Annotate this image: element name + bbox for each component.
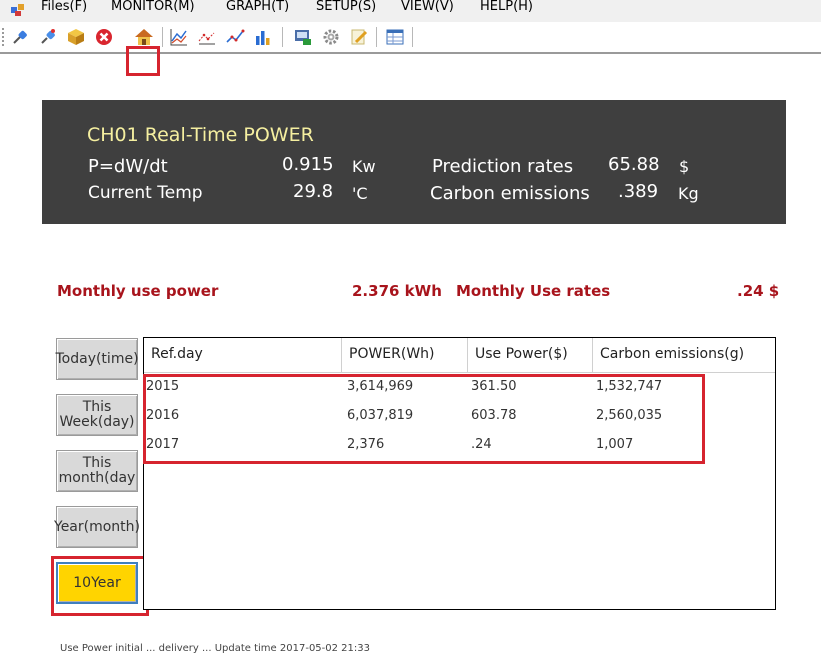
prediction-label: Prediction rates: [432, 156, 574, 177]
header-use-power[interactable]: Use Power($): [468, 338, 593, 372]
close-red-icon[interactable]: [93, 26, 115, 48]
menu-files[interactable]: Files(F): [41, 0, 87, 17]
carbon-label: Carbon emissions: [430, 183, 590, 204]
toolbar: [0, 22, 821, 76]
carbon-unit: Kg: [678, 184, 699, 203]
prediction-unit: $: [679, 157, 690, 176]
monthly-use-power-label: Monthly use power: [57, 282, 219, 300]
header-ref-day[interactable]: Ref.day: [144, 338, 342, 372]
temp-unit: 'C: [352, 184, 368, 203]
home-highlight-box: [126, 46, 160, 76]
power-label: P=dW/dt: [88, 156, 168, 177]
menu-view[interactable]: VIEW(V): [401, 0, 454, 17]
realtime-panel: CH01 Real-Time POWER P=dW/dt 0.915 Kw Pr…: [42, 100, 786, 224]
chart-line-icon[interactable]: [168, 26, 190, 48]
save-monitor-icon[interactable]: [292, 26, 314, 48]
year-button[interactable]: Year(month): [54, 506, 140, 548]
today-button[interactable]: Today(time): [55, 338, 139, 380]
this-week-button[interactable]: This Week(day): [56, 394, 138, 436]
prediction-value: 65.88: [608, 154, 660, 175]
menu-help[interactable]: HELP(H): [480, 0, 533, 17]
toolbar-separator: [282, 27, 283, 47]
menu-monitor[interactable]: MONITOR(M): [111, 0, 195, 17]
rows-highlight-box: [143, 374, 705, 464]
connect-plug-icon[interactable]: [9, 26, 31, 48]
monthly-use-rates-label: Monthly Use rates: [456, 282, 611, 300]
menu-setup[interactable]: SETUP(S): [316, 0, 376, 17]
monthly-use-rates-value: .24 $: [737, 282, 780, 300]
box-icon[interactable]: [65, 26, 87, 48]
toolbar-separator: [162, 27, 163, 47]
home-icon[interactable]: [133, 26, 155, 48]
table-window-icon[interactable]: [384, 26, 406, 48]
chart-bar-icon[interactable]: [252, 26, 274, 48]
gear-icon[interactable]: [320, 26, 342, 48]
power-value: 0.915: [282, 154, 334, 175]
toolbar-grip[interactable]: [2, 28, 4, 46]
grid-header: Ref.day POWER(Wh) Use Power($) Carbon em…: [144, 338, 775, 373]
toolbar-separator: [376, 27, 377, 47]
power-unit: Kw: [352, 157, 376, 176]
carbon-value: .389: [618, 181, 659, 202]
app-icon: [11, 4, 24, 16]
edit-pencil-icon[interactable]: [348, 26, 370, 48]
menu-bar: Files(F) MONITOR(M) GRAPH(T) SETUP(S) VI…: [0, 0, 821, 22]
toolbar-separator: [412, 27, 413, 47]
header-power[interactable]: POWER(Wh): [342, 338, 468, 372]
ten-year-highlight-box: [51, 556, 149, 616]
monthly-use-power-value: 2.376 kWh: [352, 282, 442, 300]
realtime-title: CH01 Real-Time POWER: [87, 124, 314, 146]
this-month-button[interactable]: This month(day: [56, 450, 138, 492]
temp-label: Current Temp: [88, 183, 203, 203]
menu-graph[interactable]: GRAPH(T): [226, 0, 289, 17]
temp-value: 29.8: [293, 181, 334, 202]
disconnect-plug-icon[interactable]: [37, 26, 59, 48]
header-carbon[interactable]: Carbon emissions(g): [593, 338, 761, 372]
chart-trend-icon[interactable]: [224, 26, 246, 48]
chart-dots-icon[interactable]: [196, 26, 218, 48]
